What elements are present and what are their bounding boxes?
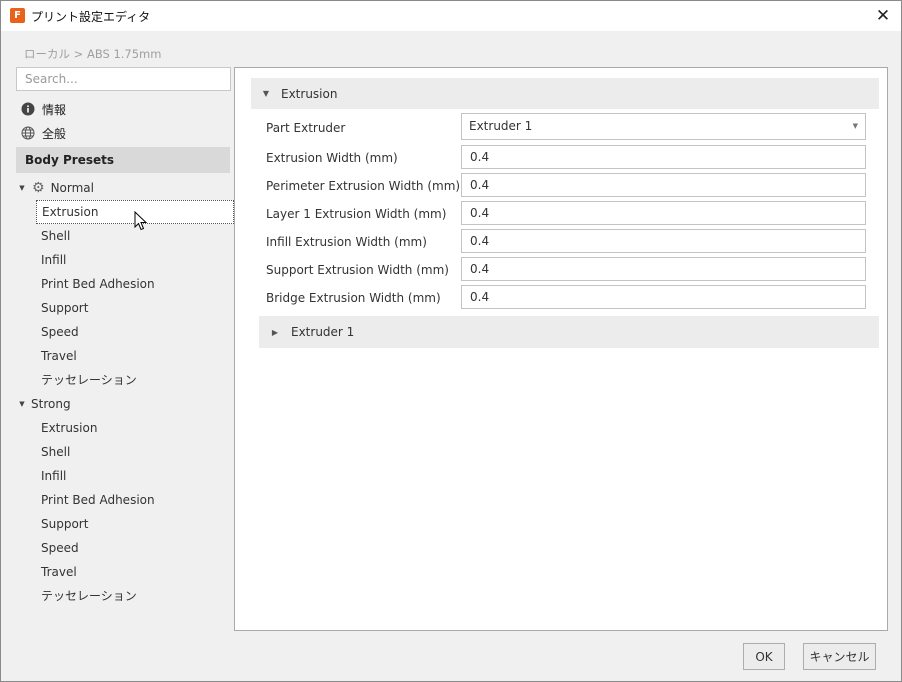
bridge-extrusion-width-field[interactable] — [461, 285, 866, 309]
tree-item-strong-tessellation[interactable]: テッセレーション — [16, 584, 234, 608]
settings-panel: ▼ Extrusion Part Extruder Extruder 1 ▼ E… — [234, 67, 888, 631]
expand-arrow-icon[interactable]: ▼ — [16, 184, 28, 192]
tree-item-normal-support[interactable]: Support — [16, 296, 234, 320]
layer1-extrusion-width-field[interactable] — [461, 201, 866, 225]
part-extruder-label: Part Extruder — [266, 121, 346, 135]
tree-item-strong-travel[interactable]: Travel — [16, 560, 234, 584]
tree-group-normal[interactable]: ▼ ⚙ Normal — [16, 178, 94, 198]
nav-item-info[interactable]: 情報 — [21, 99, 66, 119]
part-extruder-value: Extruder 1 — [469, 119, 533, 133]
tree-item-strong-speed[interactable]: Speed — [16, 536, 234, 560]
app-icon: F — [10, 8, 25, 23]
perimeter-extrusion-width-label: Perimeter Extrusion Width (mm) — [266, 179, 461, 193]
section-title: Extrusion — [281, 86, 338, 101]
mouse-pointer-icon — [134, 211, 148, 231]
subsection-title: Extruder 1 — [291, 325, 355, 339]
part-extruder-dropdown[interactable]: Extruder 1 ▼ — [461, 113, 866, 140]
extrusion-width-field[interactable] — [461, 145, 866, 169]
print-settings-editor-window: F プリント設定エディタ ✕ ローカル > ABS 1.75mm 情報 全般 B… — [0, 0, 902, 682]
tree-group-label: Strong — [31, 397, 71, 411]
tree-item-strong-infill[interactable]: Infill — [16, 464, 234, 488]
ok-button[interactable]: OK — [743, 643, 785, 670]
collapse-arrow-icon[interactable]: ▼ — [251, 89, 281, 98]
title-bar: F プリント設定エディタ ✕ — [1, 1, 901, 31]
nav-item-label: 情報 — [42, 102, 67, 117]
tree-item-strong-support[interactable]: Support — [16, 512, 234, 536]
tree-group-strong[interactable]: ▼ Strong — [16, 394, 71, 414]
search-input[interactable] — [16, 67, 231, 91]
chevron-down-icon: ▼ — [852, 122, 858, 130]
subsection-header-extruder-1[interactable]: ▶ Extruder 1 — [259, 316, 879, 348]
extrusion-width-label: Extrusion Width (mm) — [266, 151, 398, 165]
window-title: プリント設定エディタ — [31, 10, 151, 24]
infill-extrusion-width-field[interactable] — [461, 229, 866, 253]
breadcrumb: ローカル > ABS 1.75mm — [24, 47, 162, 61]
body-presets-header: Body Presets — [16, 147, 230, 173]
bridge-extrusion-width-label: Bridge Extrusion Width (mm) — [266, 291, 441, 305]
tree-item-normal-speed[interactable]: Speed — [16, 320, 234, 344]
support-extrusion-width-field[interactable] — [461, 257, 866, 281]
tree-item-strong-extrusion[interactable]: Extrusion — [16, 416, 234, 440]
info-icon — [21, 102, 35, 116]
tree-item-normal-print-bed-adhesion[interactable]: Print Bed Adhesion — [16, 272, 234, 296]
tree-item-strong-print-bed-adhesion[interactable]: Print Bed Adhesion — [16, 488, 234, 512]
section-header-extrusion[interactable]: ▼ Extrusion — [251, 78, 879, 109]
perimeter-extrusion-width-field[interactable] — [461, 173, 866, 197]
tree-group-label: Normal — [50, 181, 94, 195]
tree-item-normal-infill[interactable]: Infill — [16, 248, 234, 272]
tree-item-normal-travel[interactable]: Travel — [16, 344, 234, 368]
expand-arrow-icon[interactable]: ▶ — [259, 328, 291, 337]
close-button[interactable]: ✕ — [874, 7, 892, 25]
nav-item-general[interactable]: 全般 — [21, 123, 66, 143]
infill-extrusion-width-label: Infill Extrusion Width (mm) — [266, 235, 427, 249]
nav-item-label: 全般 — [42, 126, 67, 141]
expand-arrow-icon[interactable]: ▼ — [16, 400, 28, 408]
tree-item-normal-shell[interactable]: Shell — [16, 224, 234, 248]
gear-icon: ⚙ — [32, 180, 45, 196]
tree-item-strong-shell[interactable]: Shell — [16, 440, 234, 464]
globe-icon — [21, 126, 35, 140]
support-extrusion-width-label: Support Extrusion Width (mm) — [266, 263, 449, 277]
cancel-button[interactable]: キャンセル — [803, 643, 876, 670]
tree-item-normal-tessellation[interactable]: テッセレーション — [16, 368, 234, 392]
layer1-extrusion-width-label: Layer 1 Extrusion Width (mm) — [266, 207, 447, 221]
